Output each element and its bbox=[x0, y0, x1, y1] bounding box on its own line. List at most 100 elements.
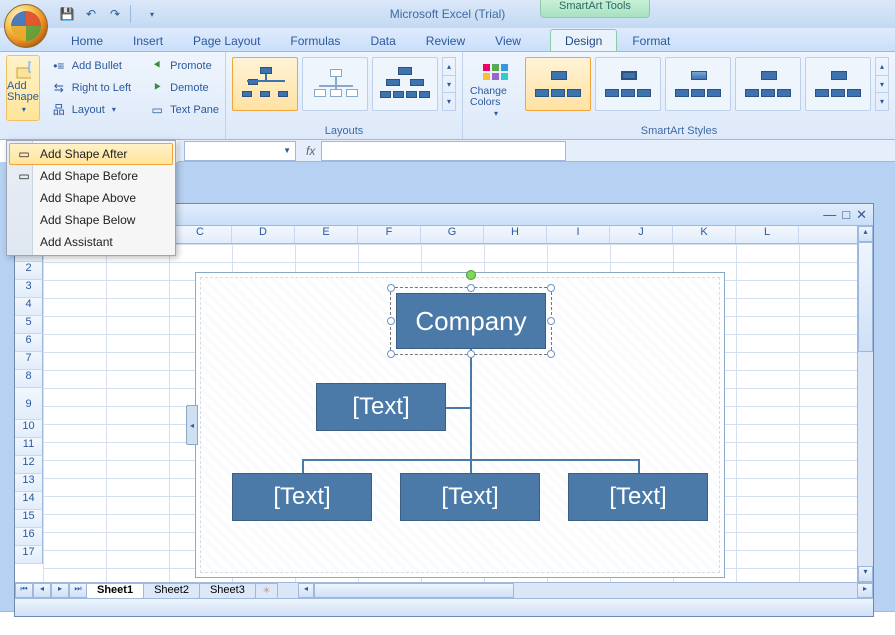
resize-handle[interactable] bbox=[467, 350, 475, 358]
col-head[interactable]: C bbox=[169, 226, 232, 243]
right-to-left-button[interactable]: ⇆Right to Left bbox=[44, 77, 138, 98]
tab-review[interactable]: Review bbox=[411, 29, 480, 51]
add-shape-button[interactable]: Add Shape bbox=[6, 55, 40, 121]
style-gallery-item[interactable] bbox=[735, 57, 801, 111]
menu-add-shape-above[interactable]: Add Shape Above bbox=[9, 187, 173, 209]
sheet-tab[interactable]: Sheet3 bbox=[199, 583, 256, 599]
resize-handle[interactable] bbox=[387, 317, 395, 325]
promote-button[interactable]: ⯇Promote bbox=[142, 55, 226, 76]
scroll-right-icon[interactable]: ▸ bbox=[857, 583, 873, 598]
scroll-up-icon[interactable]: ▴ bbox=[443, 58, 455, 76]
layout-button[interactable]: 品Layout bbox=[44, 99, 138, 120]
resize-handle[interactable] bbox=[387, 350, 395, 358]
name-box[interactable]: ▼ bbox=[184, 141, 296, 161]
first-sheet-icon[interactable]: ⏮ bbox=[15, 583, 33, 598]
row-head[interactable]: 11 bbox=[15, 438, 43, 456]
office-button[interactable] bbox=[4, 4, 48, 48]
change-colors-button[interactable]: Change Colors bbox=[469, 57, 521, 123]
gallery-more-icon[interactable]: ▾ bbox=[876, 93, 888, 110]
tab-insert[interactable]: Insert bbox=[118, 29, 178, 51]
smartart-node[interactable]: [Text] bbox=[316, 383, 446, 431]
demote-button[interactable]: ⯈Demote bbox=[142, 77, 226, 98]
resize-handle[interactable] bbox=[387, 284, 395, 292]
horizontal-scrollbar[interactable]: ◂ ▸ bbox=[298, 583, 873, 598]
menu-add-shape-below[interactable]: Add Shape Below bbox=[9, 209, 173, 231]
col-head[interactable]: K bbox=[673, 226, 736, 243]
resize-handle[interactable] bbox=[547, 350, 555, 358]
menu-add-shape-before[interactable]: ▭Add Shape Before bbox=[9, 165, 173, 187]
fx-icon[interactable]: fx bbox=[306, 144, 315, 158]
tab-format[interactable]: Format bbox=[617, 29, 685, 51]
redo-icon[interactable]: ↷ bbox=[104, 3, 126, 25]
scroll-left-icon[interactable]: ◂ bbox=[298, 583, 314, 598]
layout-gallery-item[interactable] bbox=[302, 57, 368, 111]
sheet-tab[interactable]: Sheet1 bbox=[86, 583, 144, 599]
smartart-node[interactable]: [Text] bbox=[232, 473, 372, 521]
row-head[interactable]: 8 bbox=[15, 370, 43, 388]
resize-handle[interactable] bbox=[467, 284, 475, 292]
rotate-handle[interactable] bbox=[466, 270, 476, 280]
prev-sheet-icon[interactable]: ◂ bbox=[33, 583, 51, 598]
row-head[interactable]: 13 bbox=[15, 474, 43, 492]
row-head[interactable]: 10 bbox=[15, 420, 43, 438]
layout-gallery-item[interactable] bbox=[372, 57, 438, 111]
row-head[interactable]: 4 bbox=[15, 298, 43, 316]
smartart-node[interactable]: [Text] bbox=[568, 473, 708, 521]
maximize-icon[interactable]: □ bbox=[842, 207, 850, 222]
col-head[interactable]: D bbox=[232, 226, 295, 243]
sheet-tab[interactable]: Sheet2 bbox=[143, 583, 200, 599]
style-gallery-item[interactable] bbox=[665, 57, 731, 111]
next-sheet-icon[interactable]: ▸ bbox=[51, 583, 69, 598]
new-sheet-icon[interactable]: ✶ bbox=[255, 583, 278, 599]
chevron-down-icon[interactable]: ▼ bbox=[283, 146, 291, 155]
row-head[interactable]: 14 bbox=[15, 492, 43, 510]
scroll-down-icon[interactable]: ▾ bbox=[443, 76, 455, 94]
row-head[interactable]: 6 bbox=[15, 334, 43, 352]
add-bullet-button[interactable]: •≡Add Bullet bbox=[44, 55, 138, 76]
tab-page-layout[interactable]: Page Layout bbox=[178, 29, 275, 51]
layout-gallery-item[interactable] bbox=[232, 57, 298, 111]
col-head[interactable]: I bbox=[547, 226, 610, 243]
menu-add-assistant[interactable]: Add Assistant bbox=[9, 231, 173, 253]
tab-data[interactable]: Data bbox=[355, 29, 410, 51]
save-icon[interactable]: 💾 bbox=[56, 3, 78, 25]
style-gallery-item[interactable] bbox=[525, 57, 591, 111]
col-head[interactable]: G bbox=[421, 226, 484, 243]
minimize-icon[interactable]: — bbox=[823, 207, 836, 222]
col-head[interactable]: L bbox=[736, 226, 799, 243]
tab-formulas[interactable]: Formulas bbox=[275, 29, 355, 51]
resize-handle[interactable] bbox=[547, 317, 555, 325]
smartart-frame[interactable]: ◂ Company [Text] [Text] [Text] [Text] bbox=[195, 272, 725, 578]
undo-icon[interactable]: ↶ bbox=[80, 3, 102, 25]
scroll-up-icon[interactable]: ▴ bbox=[858, 226, 873, 242]
row-head[interactable]: 12 bbox=[15, 456, 43, 474]
gallery-more-icon[interactable]: ▾ bbox=[443, 93, 455, 110]
row-head[interactable]: 15 bbox=[15, 510, 43, 528]
col-head[interactable]: J bbox=[610, 226, 673, 243]
row-head[interactable]: 17 bbox=[15, 546, 43, 564]
formula-input[interactable] bbox=[321, 141, 566, 161]
scroll-up-icon[interactable]: ▴ bbox=[876, 58, 888, 76]
menu-add-shape-after[interactable]: ▭Add Shape After bbox=[9, 143, 173, 165]
style-gallery-item[interactable] bbox=[805, 57, 871, 111]
scroll-thumb[interactable] bbox=[314, 583, 514, 598]
row-head[interactable]: 9 bbox=[15, 388, 43, 420]
last-sheet-icon[interactable]: ⏭ bbox=[69, 583, 87, 598]
resize-handle[interactable] bbox=[547, 284, 555, 292]
style-gallery-item[interactable] bbox=[595, 57, 661, 111]
scroll-thumb[interactable] bbox=[858, 242, 873, 352]
col-head[interactable]: E bbox=[295, 226, 358, 243]
tab-view[interactable]: View bbox=[480, 29, 536, 51]
gallery-scroll[interactable]: ▴▾▾ bbox=[442, 57, 456, 111]
col-head[interactable]: F bbox=[358, 226, 421, 243]
row-head[interactable]: 5 bbox=[15, 316, 43, 334]
scroll-down-icon[interactable]: ▾ bbox=[876, 76, 888, 94]
gallery-scroll[interactable]: ▴▾▾ bbox=[875, 57, 889, 111]
row-head[interactable]: 7 bbox=[15, 352, 43, 370]
scroll-down-icon[interactable]: ▾ bbox=[858, 566, 873, 582]
row-head[interactable]: 16 bbox=[15, 528, 43, 546]
close-icon[interactable]: ✕ bbox=[856, 207, 867, 223]
row-head[interactable]: 2 bbox=[15, 262, 43, 280]
text-pane-button[interactable]: ▭Text Pane bbox=[142, 99, 226, 120]
qat-customize-icon[interactable] bbox=[140, 3, 162, 25]
